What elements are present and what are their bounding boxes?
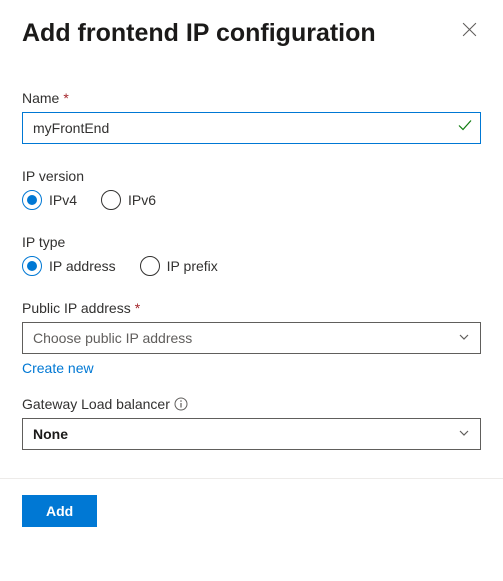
name-label: Name <box>22 90 59 106</box>
radio-icon <box>22 256 42 276</box>
public-ip-label: Public IP address <box>22 300 131 316</box>
required-mark: * <box>63 90 68 106</box>
radio-ip-prefix[interactable]: IP prefix <box>140 256 218 276</box>
add-button[interactable]: Add <box>22 495 97 527</box>
radio-ip-address[interactable]: IP address <box>22 256 116 276</box>
radio-icon <box>101 190 121 210</box>
gateway-lb-label: Gateway Load balancer <box>22 396 170 412</box>
radio-icon <box>140 256 160 276</box>
create-new-link[interactable]: Create new <box>22 360 94 376</box>
radio-label-ipv6: IPv6 <box>128 192 156 208</box>
public-ip-select[interactable]: Choose public IP address <box>22 322 481 354</box>
radio-ipv4[interactable]: IPv4 <box>22 190 77 210</box>
name-input[interactable] <box>22 112 481 144</box>
ip-version-label: IP version <box>22 168 84 184</box>
radio-ipv6[interactable]: IPv6 <box>101 190 156 210</box>
gateway-lb-value: None <box>33 426 68 442</box>
radio-icon <box>22 190 42 210</box>
gateway-lb-select[interactable]: None <box>22 418 481 450</box>
public-ip-placeholder: Choose public IP address <box>33 330 192 346</box>
panel-title: Add frontend IP configuration <box>22 18 376 48</box>
info-icon[interactable] <box>174 397 188 411</box>
chevron-down-icon <box>458 426 470 442</box>
radio-label-ip-address: IP address <box>49 258 116 274</box>
close-button[interactable] <box>458 18 481 41</box>
check-icon <box>457 118 473 139</box>
chevron-down-icon <box>458 330 470 346</box>
radio-label-ip-prefix: IP prefix <box>167 258 218 274</box>
ip-type-label: IP type <box>22 234 65 250</box>
close-icon <box>462 22 477 37</box>
radio-label-ipv4: IPv4 <box>49 192 77 208</box>
required-mark: * <box>135 300 140 316</box>
